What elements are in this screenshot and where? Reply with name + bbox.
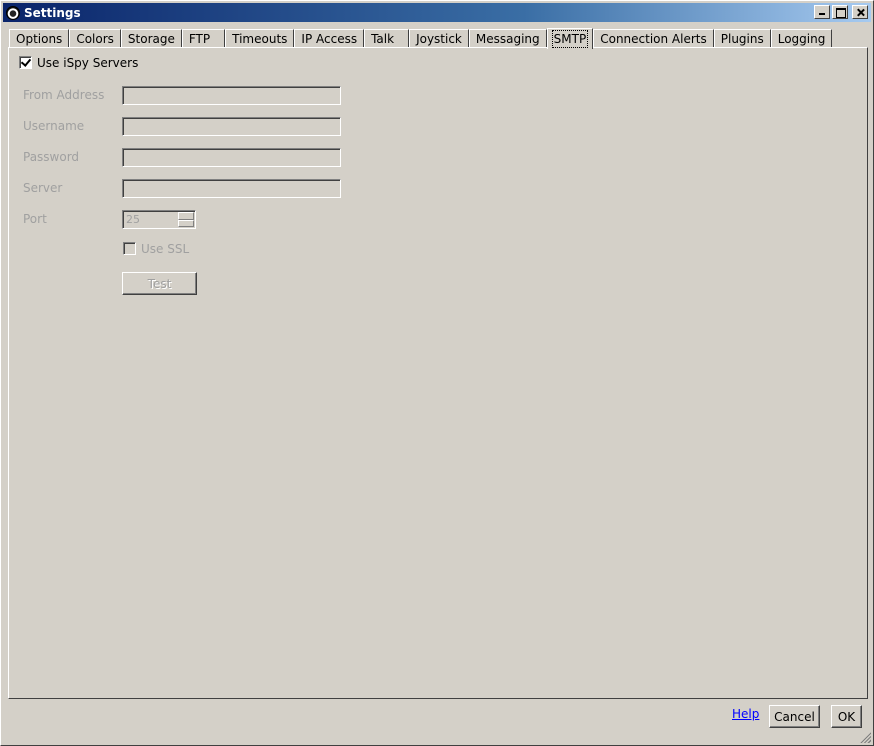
maximize-icon[interactable] (832, 5, 848, 19)
smtp-panel: Use iSpy Servers From Address Username P… (8, 47, 868, 699)
tab-label: Storage (127, 32, 175, 46)
tab-ip-access[interactable]: IP Access (294, 29, 365, 48)
tab-label: SMTP (551, 30, 589, 48)
port-spin-buttons (178, 212, 194, 227)
minimize-icon[interactable] (814, 5, 830, 19)
help-link[interactable]: Help (732, 707, 759, 721)
server-label: Server (23, 181, 63, 195)
server-field[interactable] (122, 179, 341, 198)
tab-label: Talk (371, 32, 395, 46)
password-field[interactable] (122, 148, 341, 167)
port-label: Port (23, 212, 47, 226)
tab-label: Colors (76, 32, 114, 46)
from-address-label: From Address (23, 88, 105, 102)
tab-label: FTP (188, 32, 211, 46)
tab-messaging[interactable]: Messaging (468, 29, 547, 48)
tab-label: Messaging (475, 32, 540, 46)
close-icon[interactable] (852, 5, 868, 19)
tab-label: Connection Alerts (600, 32, 707, 46)
settings-window: Settings Options Colors Storage FTP Time… (0, 0, 874, 746)
tab-talk[interactable]: Talk (364, 29, 410, 48)
tab-ftp[interactable]: FTP (181, 29, 226, 48)
tab-label: Joystick (416, 32, 462, 46)
tab-options[interactable]: Options (9, 29, 70, 48)
app-eye-icon (6, 5, 20, 20)
tab-storage[interactable]: Storage (120, 29, 182, 48)
tab-label: Timeouts (232, 32, 288, 46)
tab-label: Plugins (720, 32, 764, 46)
ok-button[interactable]: OK (831, 705, 862, 728)
tab-colors[interactable]: Colors (69, 29, 121, 48)
title-bar[interactable]: Settings (3, 3, 871, 22)
spin-down-icon[interactable] (178, 219, 194, 227)
tab-label: Logging (777, 32, 826, 46)
tab-label: IP Access (301, 32, 358, 46)
use-ssl-checkbox[interactable] (123, 242, 136, 255)
use-ispy-servers-checkbox[interactable] (19, 56, 32, 69)
username-label: Username (23, 119, 85, 133)
window-title: Settings (24, 5, 81, 20)
use-ssl-label[interactable]: Use SSL (141, 242, 189, 256)
cancel-button[interactable]: Cancel (769, 705, 820, 728)
resize-grip-icon[interactable] (859, 731, 871, 743)
port-value: 25 (126, 213, 140, 226)
tab-connection-alerts[interactable]: Connection Alerts (593, 29, 714, 48)
tab-plugins[interactable]: Plugins (713, 29, 771, 48)
tab-smtp[interactable]: SMTP (546, 28, 594, 49)
port-stepper[interactable]: 25 (122, 210, 196, 229)
from-address-field[interactable] (122, 86, 341, 105)
password-label: Password (23, 150, 80, 164)
test-button[interactable]: Test (122, 272, 197, 295)
tab-joystick[interactable]: Joystick (409, 29, 469, 48)
window-controls (812, 5, 868, 19)
tab-strip: Options Colors Storage FTP Timeouts IP A… (9, 28, 833, 49)
username-field[interactable] (122, 117, 341, 136)
use-ispy-servers-label[interactable]: Use iSpy Servers (37, 56, 138, 70)
tab-logging[interactable]: Logging (770, 29, 833, 48)
tab-timeouts[interactable]: Timeouts (225, 29, 295, 48)
tab-label: Options (16, 32, 63, 46)
spin-up-icon[interactable] (178, 212, 194, 220)
